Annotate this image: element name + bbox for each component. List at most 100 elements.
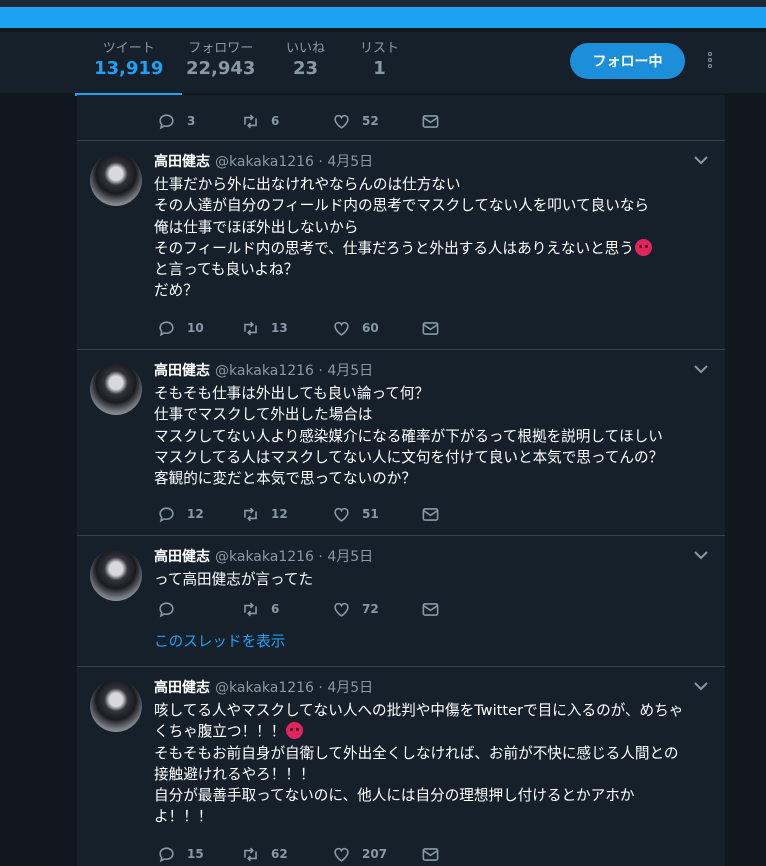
retweet-button[interactable]: 12 [241,504,288,524]
chevron-down-icon[interactable] [693,680,709,692]
tweet-text: 仕事だから外に出なけれやならんのは仕方ない その人達が自分のフィールド内の思考で… [154,174,714,302]
author-handle[interactable]: @kakaka1216 [215,549,314,565]
heart-icon [334,321,349,336]
chevron-down-icon[interactable] [693,363,709,375]
stat-value: 22,943 [186,58,256,79]
separator-dot: · [318,549,323,565]
retweet-icon [244,321,257,335]
tweet-actions: 3 6 52 [157,111,457,131]
envelope-icon [422,321,439,335]
tweet-header: 高田健志 @kakaka1216 · 4月5日 [154,362,373,380]
following-button[interactable]: フォロー中 [570,43,685,79]
like-button[interactable]: 60 [332,318,379,338]
like-button[interactable]: 52 [332,111,379,131]
separator-dot: · [318,680,323,696]
retweet-button[interactable]: 6 [241,111,279,131]
avatar[interactable] [90,680,142,732]
dm-button[interactable] [421,844,440,864]
stat-label: リスト [360,41,400,56]
retweet-count: 13 [271,321,288,335]
angry-face-icon [286,722,304,740]
tweet-line: よ！！！ [154,808,213,826]
reply-count: 10 [187,321,204,335]
stat-label: いいね [286,41,326,56]
dm-button[interactable] [421,599,440,619]
like-button[interactable]: 51 [332,504,379,524]
heart-icon [334,114,349,129]
retweet-button[interactable]: 6 [241,599,279,619]
tweet-line: そもそもお前自身が自衛して外出全くしなければ、お前が不快に感じる人間との [154,744,679,762]
dm-button[interactable] [421,111,440,131]
tweet-line: その人達が自分のフィールド内の思考でマスクしてない人を叩いて良いなら [154,197,650,215]
heart-icon [334,847,349,862]
tweet-line: 客観的に変だと本気で思ってないのか？ [154,470,416,488]
like-count: 72 [362,602,379,616]
author-handle[interactable]: @kakaka1216 [215,680,314,696]
reply-button[interactable]: 15 [157,844,204,864]
avatar[interactable] [90,549,142,601]
tweet-line: マスクしてない人より感染媒介になる確率が下がるって根拠を説明してほしい [154,427,663,445]
author-handle[interactable]: @kakaka1216 [215,154,314,170]
author-name[interactable]: 高田健志 [154,549,210,565]
tweet-line: 仕事でマスクして外出した場合は [154,406,373,424]
reply-icon [159,506,174,522]
like-button[interactable]: 207 [332,844,387,864]
reply-count: 15 [187,847,204,861]
like-count: 207 [362,847,388,861]
tweet-date[interactable]: 4月5日 [327,154,373,170]
retweet-count: 6 [271,602,280,616]
author-handle[interactable]: @kakaka1216 [215,363,314,379]
reply-count: 3 [187,114,196,128]
envelope-icon [422,847,439,861]
chevron-down-icon[interactable] [693,549,709,561]
dm-button[interactable] [421,318,440,338]
tweet-date[interactable]: 4月5日 [327,680,373,696]
retweet-button[interactable]: 13 [241,318,288,338]
tweet-line: そのフィールド内の思考で、仕事だろうと外出する人はありえないと思う [154,239,634,257]
tweet-line: 仕事だから外に出なけれやならんのは仕方ない [154,176,461,193]
separator-dot: · [318,154,323,170]
author-name[interactable]: 高田健志 [154,154,210,170]
chevron-down-icon[interactable] [693,154,709,166]
tweet-header: 高田健志 @kakaka1216 · 4月5日 [154,548,373,566]
stat-followers[interactable]: フォロワー 22,943 [186,40,255,80]
stat-tweets[interactable]: ツイート 13,919 [74,40,184,96]
retweet-icon [244,114,257,128]
like-count: 51 [362,507,379,521]
reply-button[interactable]: 12 [157,504,204,524]
retweet-button[interactable]: 62 [241,844,288,864]
tweet-item[interactable]: 高田健志 @kakaka1216 · 4月5日 咳してる人やマスクしてない人への批… [77,667,725,866]
like-button[interactable]: 72 [332,599,379,619]
avatar[interactable] [90,154,142,206]
stat-lists[interactable]: リスト 1 [360,40,399,80]
tweet-line-wrap: くちゃ腹立つ！！！ [154,721,714,742]
retweet-icon [244,847,257,861]
tweet-date[interactable]: 4月5日 [327,363,373,379]
tweet-item[interactable]: 高田健志 @kakaka1216 · 4月5日 そもそも仕事は外出しても良い論って… [77,350,725,536]
tweet-line: マスクしてる人はマスクしてない人に文句を付けて良いと本気で思ってんの？ [154,448,664,466]
reply-button[interactable]: 3 [157,111,195,131]
tweet-line: くちゃ腹立つ！！！ [154,723,286,741]
more-options-icon[interactable] [705,52,715,72]
envelope-icon [422,114,439,128]
tweet-text: って高田健志が言ってた [154,569,714,590]
reply-icon [159,601,174,617]
avatar[interactable] [90,363,142,415]
tweet-actions: 15 62 207 [157,844,457,864]
tweet-line: 俺は仕事でほぼ外出しないから [154,218,359,236]
tweet-item[interactable]: 高田健志 @kakaka1216 · 4月5日 仕事だから外に出なけれやならんのは… [77,141,725,350]
tweet-date[interactable]: 4月5日 [327,549,373,565]
reply-button[interactable] [157,599,187,619]
stat-likes[interactable]: いいね 23 [286,40,325,80]
author-name[interactable]: 高田健志 [154,680,210,696]
author-name[interactable]: 高田健志 [154,363,210,379]
angry-face-icon [634,238,652,256]
tweet-item[interactable]: 高田健志 @kakaka1216 · 4月5日 って高田健志が言ってた 6 72 [77,536,725,667]
dm-button[interactable] [421,504,440,524]
tweet-line: 接触避けれるやろ！！！ [154,765,315,783]
tweet-line-wrap: そのフィールド内の思考で、仕事だろうと外出する人はありえないと思う [154,238,714,259]
show-thread-link[interactable]: このスレッドを表示 [154,630,285,651]
separator-dot: · [318,363,323,379]
reply-button[interactable]: 10 [157,318,204,338]
heart-icon [334,507,349,522]
